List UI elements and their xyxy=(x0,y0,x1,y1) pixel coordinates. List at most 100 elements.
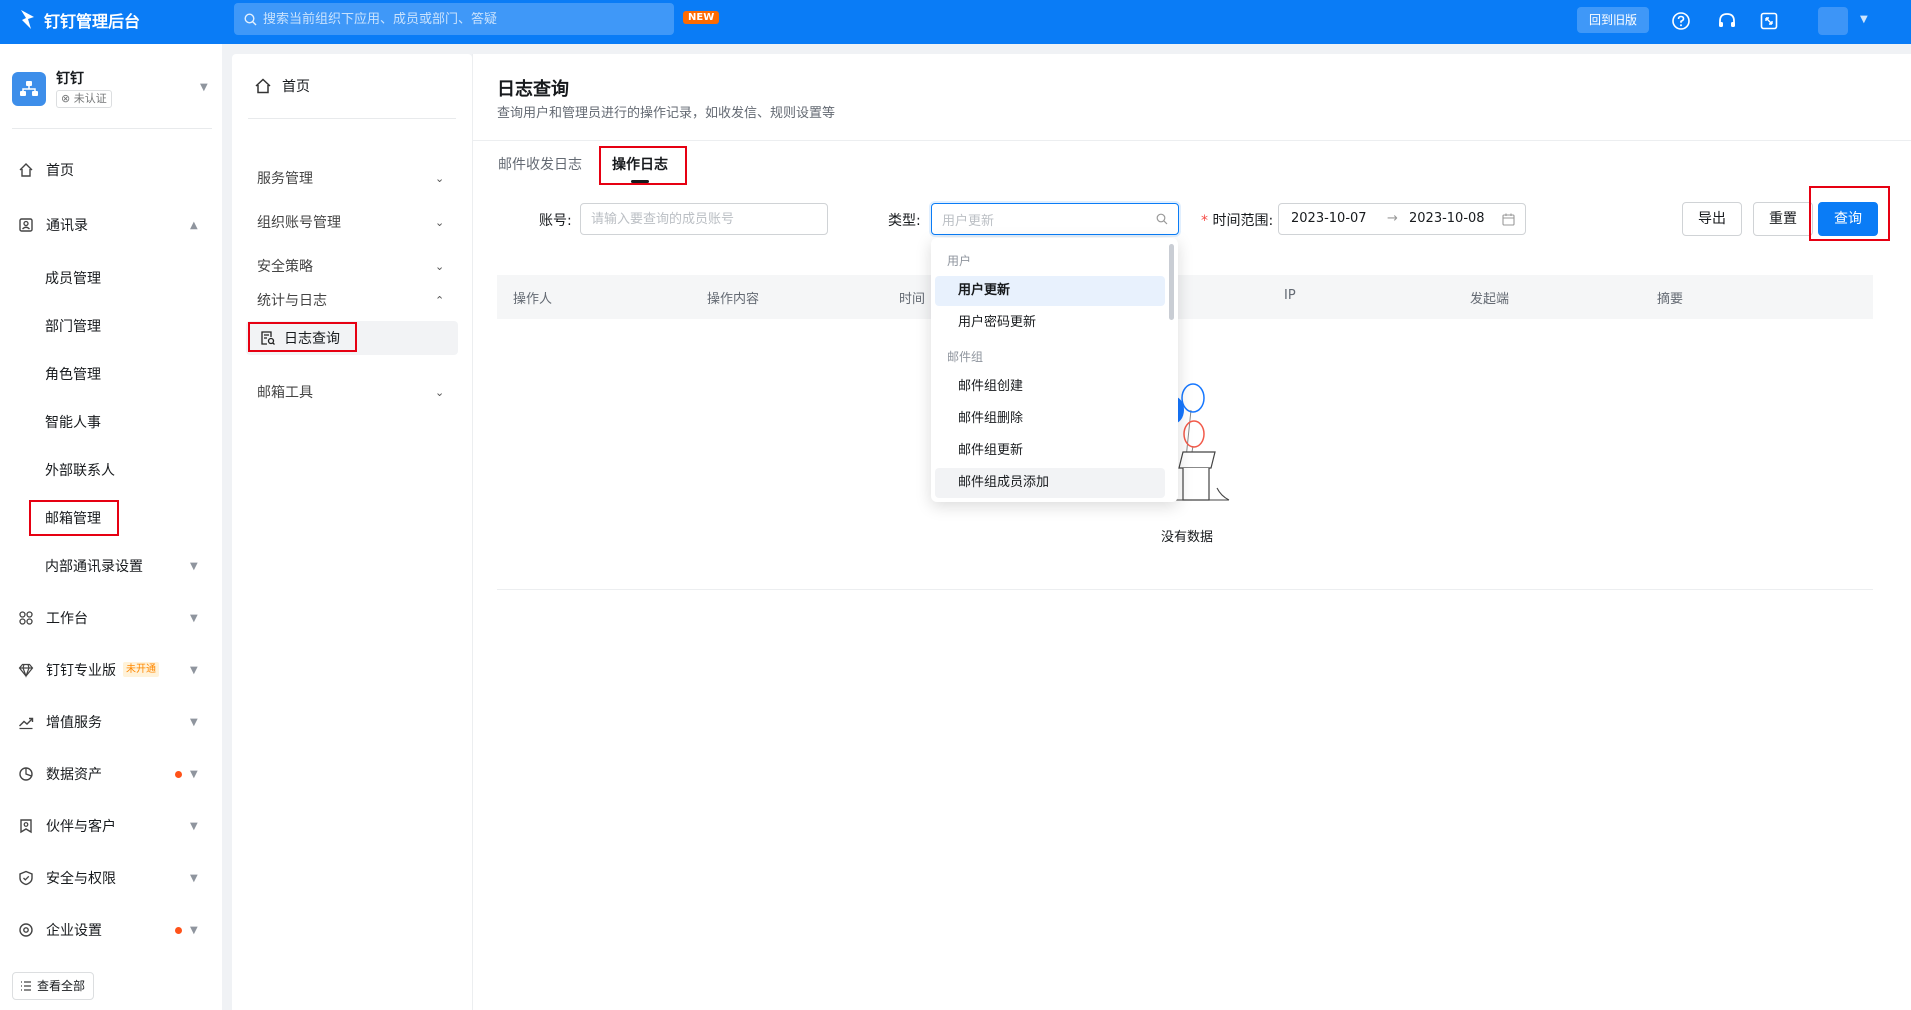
headset-icon[interactable] xyxy=(1716,10,1738,32)
org-status-badge: ⊗ 未认证 xyxy=(56,90,112,108)
chevron-down-icon: ▼ xyxy=(190,612,198,624)
chevron-down-icon: ⌄ xyxy=(435,215,445,229)
user-avatar[interactable] xyxy=(1818,7,1848,35)
column-header-ip: IP xyxy=(1284,288,1296,303)
sidebar-sub-label: 内部通讯录设置 xyxy=(45,559,143,575)
account-input[interactable] xyxy=(580,203,828,235)
dropdown-option-mail-group-update[interactable]: 邮件组更新 xyxy=(935,436,1165,466)
sidebar-sub-label: 智能人事 xyxy=(45,415,101,431)
chevron-down-icon: ⌄ xyxy=(435,171,445,185)
type-dropdown-menu: 用户 用户更新 用户密码更新 邮件组 邮件组创建 邮件组删除 邮件组更新 邮件组… xyxy=(931,238,1178,502)
sidebar-sub-external-contacts[interactable]: 外部联系人 xyxy=(0,454,222,486)
type-select[interactable]: 用户更新 xyxy=(931,203,1179,235)
column-header-initiator: 发起端 xyxy=(1470,292,1510,307)
reset-button[interactable]: 重置 xyxy=(1753,202,1813,236)
notification-dot xyxy=(175,771,182,778)
sidebar-item-value-added-services[interactable]: 增值服务 ▼ xyxy=(0,704,222,740)
main-content: 日志查询 查询用户和管理员进行的操作记录，如收发信、规则设置等 邮件收发日志 操… xyxy=(472,54,1911,1010)
dropdown-option-mail-group-create[interactable]: 邮件组创建 xyxy=(935,372,1165,402)
column-header-operation-content: 操作内容 xyxy=(707,292,760,307)
chevron-down-icon[interactable]: ▼ xyxy=(200,82,208,93)
sidebar-item-label: 钉钉专业版 xyxy=(46,663,116,679)
secnav-item-security-policy[interactable]: 安全策略 ⌄ xyxy=(232,248,472,284)
chevron-down-icon: ▼ xyxy=(190,716,198,728)
highlight-box xyxy=(29,500,119,536)
view-all-button[interactable]: 查看全部 xyxy=(12,972,95,1000)
sidebar-item-label: 通讯录 xyxy=(46,218,88,234)
sidebar-item-home[interactable]: 首页 xyxy=(0,152,222,188)
home-icon xyxy=(19,163,33,177)
sidebar-item-partners-customers[interactable]: 伙伴与客户 ▼ xyxy=(0,808,222,844)
dropdown-option-mail-group-member-add[interactable]: 邮件组成员添加 xyxy=(935,468,1165,498)
fullscreen-icon[interactable] xyxy=(1758,10,1780,32)
divider xyxy=(12,128,212,129)
top-bar: 钉钉管理后台 NEW 回到旧版 ▼ xyxy=(0,0,1911,44)
sidebar-item-dingtalk-pro[interactable]: 钉钉专业版 未开通 ▼ xyxy=(0,652,222,688)
date-range-picker[interactable]: 2023-10-07 → 2023-10-08 xyxy=(1278,203,1526,235)
dropdown-scrollbar[interactable] xyxy=(1169,244,1174,320)
page-title: 日志查询 xyxy=(497,79,569,100)
global-search[interactable] xyxy=(234,3,674,35)
page-description: 查询用户和管理员进行的操作记录，如收发信、规则设置等 xyxy=(497,106,836,121)
sidebar-item-enterprise-settings[interactable]: 企业设置 ▼ xyxy=(0,912,222,948)
dropdown-option-user-password-update[interactable]: 用户密码更新 xyxy=(935,308,1165,338)
global-search-input[interactable] xyxy=(263,11,663,27)
start-date[interactable]: 2023-10-07 xyxy=(1291,211,1367,226)
highlight-box xyxy=(599,146,687,185)
chevron-down-icon[interactable]: ▼ xyxy=(1860,14,1868,25)
secnav-item-statistics-logs[interactable]: 统计与日志 ⌃ xyxy=(232,282,472,318)
dropdown-option-user-update[interactable]: 用户更新 xyxy=(935,276,1165,306)
sidebar-item-label: 工作台 xyxy=(46,611,88,627)
secnav-home[interactable]: 首页 xyxy=(254,76,310,96)
sidebar: 钉钉 ⊗ 未认证 ▼ 首页 通讯录 ▲ 成员管理 部门管理 角色管理 智能人事 … xyxy=(0,44,222,1010)
end-date[interactable]: 2023-10-08 xyxy=(1409,211,1485,226)
org-status-text: 未认证 xyxy=(73,92,107,105)
back-to-old-version-button[interactable]: 回到旧版 xyxy=(1577,7,1650,33)
shield-icon xyxy=(19,870,33,886)
dropdown-option-mail-group-delete[interactable]: 邮件组删除 xyxy=(935,404,1165,434)
org-switcher[interactable]: 钉钉 ⊗ 未认证 ▼ xyxy=(12,62,212,122)
search-icon xyxy=(1156,213,1168,225)
sidebar-sub-role-management[interactable]: 角色管理 xyxy=(0,358,222,390)
home-icon xyxy=(255,78,271,94)
sidebar-sub-label: 外部联系人 xyxy=(45,463,115,479)
sidebar-sub-department-management[interactable]: 部门管理 xyxy=(0,310,222,342)
secnav-item-label: 统计与日志 xyxy=(257,293,327,309)
notification-dot xyxy=(175,927,182,934)
view-all-label: 查看全部 xyxy=(37,979,86,993)
tab-mail-send-receive-log[interactable]: 邮件收发日志 xyxy=(498,154,582,174)
sidebar-item-data-assets[interactable]: 数据资产 ▼ xyxy=(0,756,222,792)
sidebar-sub-internal-contacts-settings[interactable]: 内部通讯录设置 ▼ xyxy=(0,550,222,582)
type-label: 类型: xyxy=(888,213,921,229)
sidebar-item-contacts[interactable]: 通讯录 ▲ xyxy=(0,207,222,243)
chevron-up-icon: ▲ xyxy=(190,219,198,231)
sidebar-item-label: 安全与权限 xyxy=(46,871,116,887)
secnav-item-label: 组织账号管理 xyxy=(257,215,341,231)
secnav-item-mailbox-tools[interactable]: 邮箱工具 ⌄ xyxy=(232,374,472,410)
highlight-box xyxy=(248,322,357,352)
list-icon xyxy=(21,981,31,991)
divider xyxy=(248,118,456,119)
export-button[interactable]: 导出 xyxy=(1682,202,1742,236)
sidebar-item-security-permissions[interactable]: 安全与权限 ▼ xyxy=(0,860,222,896)
sidebar-sub-smart-hr[interactable]: 智能人事 xyxy=(0,406,222,438)
sidebar-item-workbench[interactable]: 工作台 ▼ xyxy=(0,600,222,636)
time-range-label-text: 时间范围: xyxy=(1212,213,1274,229)
table-bottom-border xyxy=(497,589,1873,590)
divider xyxy=(473,140,1911,141)
help-icon[interactable] xyxy=(1670,10,1692,32)
org-name: 钉钉 xyxy=(56,71,84,87)
partner-icon xyxy=(20,819,32,834)
chevron-down-icon: ▼ xyxy=(190,560,198,572)
brand[interactable]: 钉钉管理后台 xyxy=(18,8,140,32)
empty-state-text: 没有数据 xyxy=(1161,530,1214,545)
diamond-icon xyxy=(18,663,34,678)
chevron-down-icon: ▼ xyxy=(190,664,198,676)
new-badge: NEW xyxy=(683,11,720,24)
column-header-summary: 摘要 xyxy=(1657,292,1684,307)
type-select-placeholder: 用户更新 xyxy=(942,213,995,229)
secnav-item-org-account-management[interactable]: 组织账号管理 ⌄ xyxy=(232,204,472,240)
sidebar-sub-member-management[interactable]: 成员管理 xyxy=(0,262,222,294)
sidebar-item-label: 数据资产 xyxy=(46,767,102,783)
secnav-item-service-management[interactable]: 服务管理 ⌄ xyxy=(232,160,472,196)
